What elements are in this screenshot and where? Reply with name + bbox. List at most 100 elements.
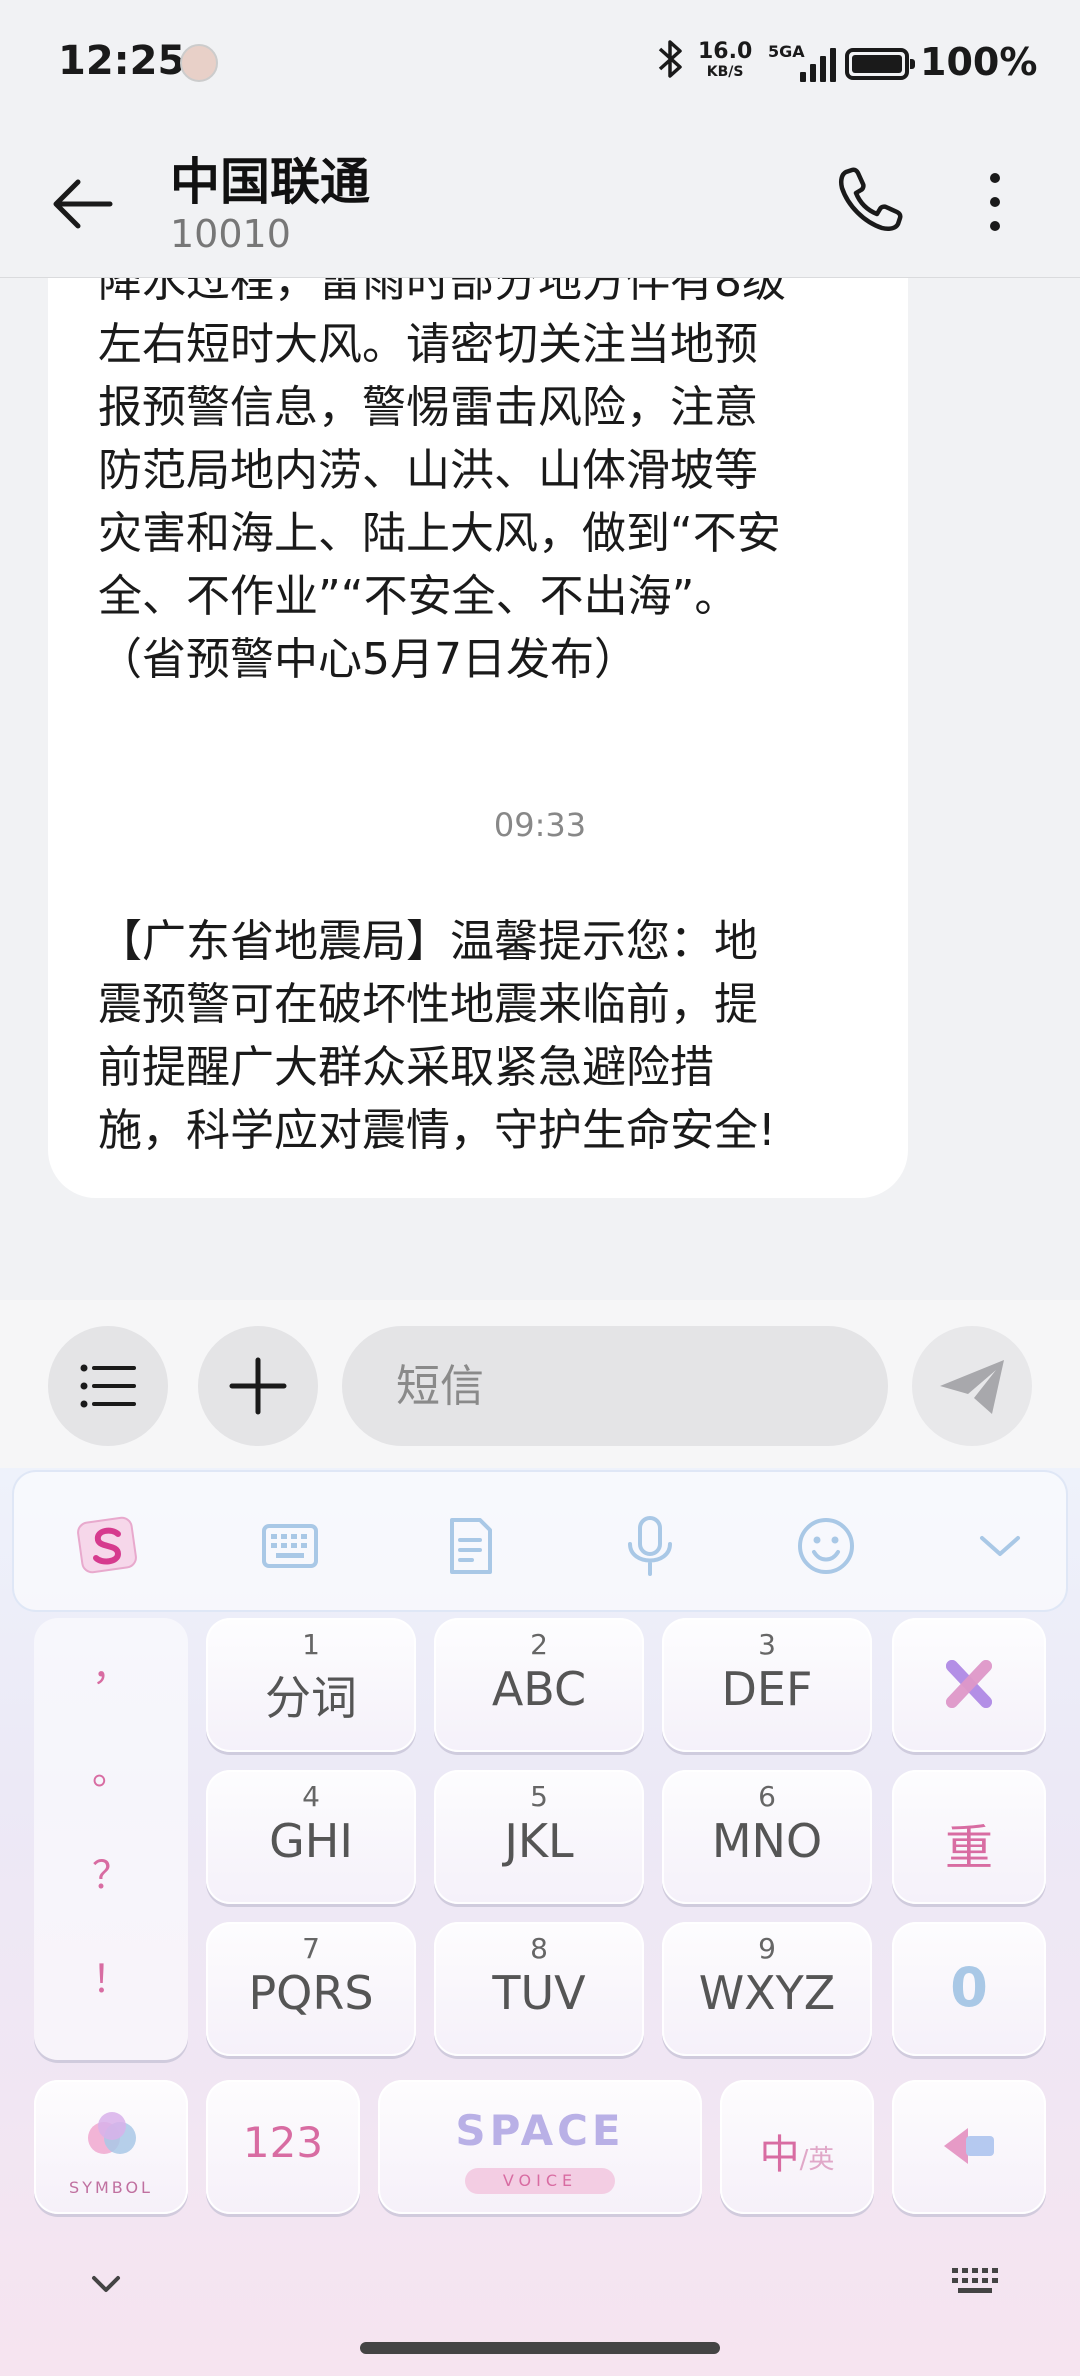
microphone-icon[interactable] [614, 1510, 686, 1582]
battery-percent: 100% [920, 40, 1038, 84]
key-number: 7 [302, 1932, 320, 1965]
key-number: 6 [758, 1780, 776, 1813]
key-label: MNO [711, 1814, 823, 1868]
status-time: 12:25 [58, 38, 186, 84]
key-number: 1 [302, 1628, 320, 1661]
status-bar: 12:25 16.0 KB/S 5GA 100% [0, 0, 1080, 130]
key-label: 重 [944, 1820, 993, 1876]
more-vertical-icon [990, 173, 1000, 231]
message-line: 施，科学应对震情，守护生命安全! [98, 1105, 776, 1156]
language-switch-key[interactable]: 中/英 [720, 2080, 874, 2214]
key-label: 0 [950, 1956, 988, 2019]
message-list[interactable]: 降水过程，雷雨时部分地方伴有8级 左右短时大风。请密切关注当地预 报预警信息，警… [0, 278, 1080, 1300]
key-label: GHI [269, 1814, 353, 1868]
enter-key[interactable] [892, 2080, 1046, 2214]
call-button[interactable] [832, 162, 908, 238]
numeric-switch-key[interactable]: 123 [206, 2080, 360, 2214]
message-line: 灾害和海上、陆上大风，做到“不安 [98, 508, 781, 559]
attach-button[interactable] [198, 1326, 318, 1446]
key-label: JKL [504, 1814, 574, 1868]
hide-keyboard-button[interactable] [78, 2256, 134, 2312]
voice-label: VOICE [465, 2168, 615, 2194]
clipboard-icon[interactable] [434, 1510, 506, 1582]
compose-bar [0, 1300, 1080, 1468]
message-line: 震预警可在破坏性地震来临前，提 [98, 979, 758, 1030]
delete-key[interactable] [892, 1618, 1046, 1752]
bluetooth-icon [656, 38, 686, 89]
key-number: 9 [758, 1932, 776, 1965]
key-number: 2 [530, 1628, 548, 1661]
punct-period-key[interactable]: 。 [34, 1740, 188, 1795]
key-7[interactable]: 7 PQRS [206, 1922, 416, 2056]
chevron-down-icon [92, 2276, 120, 2292]
key-label: TUV [492, 1966, 586, 2020]
redo-key[interactable]: 重 [892, 1770, 1046, 1904]
key-5[interactable]: 5 JKL [434, 1770, 644, 1904]
send-button[interactable] [912, 1326, 1032, 1446]
punct-exclaim-key[interactable]: ！ [34, 1948, 188, 2003]
keyboard-nav-row [0, 2240, 1080, 2376]
space-label: SPACE [455, 2106, 625, 2155]
back-button[interactable] [48, 168, 120, 240]
message-line: 报预警信息，警惕雷击风险，注意 [98, 382, 758, 433]
keyboard-layout-icon[interactable] [254, 1510, 326, 1582]
key-4[interactable]: 4 GHI [206, 1770, 416, 1904]
punctuation-column[interactable]: ， 。 ？ ！ [34, 1618, 188, 2060]
ime-keyboard: ， 。 ？ ！ 1 分词 2 ABC 3 DEF 4 GHI 5 JKL 6 M… [0, 1468, 1080, 2376]
delete-icon [946, 1660, 992, 1708]
quick-reply-button[interactable] [48, 1326, 168, 1446]
message-input[interactable] [342, 1326, 888, 1446]
key-label: WXYZ [698, 1966, 836, 2020]
conversation-header: 中国联通 10010 [0, 130, 1080, 278]
message-bubble[interactable]: 【广东省地震局】温馨提示您：地 震预警可在破坏性地震来临前，提 前提醒广大群众采… [48, 874, 908, 1198]
keyboard-icon [952, 2268, 998, 2293]
ime-logo-icon[interactable] [72, 1510, 144, 1582]
home-indicator[interactable] [360, 2342, 720, 2354]
punct-question-key[interactable]: ？ [34, 1844, 188, 1899]
key-label: PQRS [248, 1966, 374, 2020]
symbol-icon [88, 2112, 136, 2154]
key-number: 8 [530, 1932, 548, 1965]
emoji-icon[interactable] [790, 1510, 862, 1582]
net-speed-value: 16.0 [698, 39, 753, 64]
phone-icon [838, 167, 903, 232]
key-3[interactable]: 3 DEF [662, 1618, 872, 1752]
key-0[interactable]: 0 [892, 1922, 1046, 2056]
key-6[interactable]: 6 MNO [662, 1770, 872, 1904]
message-line: 左右短时大风。请密切关注当地预 [98, 319, 758, 370]
message-line: 【广东省地震局】温馨提示您：地 [98, 916, 758, 967]
net-speed: 16.0 KB/S [698, 39, 753, 82]
message-timestamp: 09:33 [493, 806, 587, 844]
symbol-label: SYMBOL [69, 2178, 153, 2197]
plus-icon [229, 1357, 287, 1415]
key-8[interactable]: 8 TUV [434, 1922, 644, 2056]
key-9[interactable]: 9 WXYZ [662, 1922, 872, 2056]
net-speed-unit: KB/S [706, 64, 744, 80]
key-number: 3 [758, 1628, 776, 1661]
key-label: DEF [721, 1662, 813, 1716]
symbol-key[interactable]: SYMBOL [34, 2080, 188, 2214]
chevron-down-icon[interactable] [964, 1510, 1036, 1582]
contact-number: 10010 [170, 212, 291, 256]
key-label: ABC [491, 1662, 587, 1716]
message-line: 全、不作业”“不安全、不出海”。 [98, 571, 739, 622]
message-line: 降水过程，雷雨时部分地方伴有8级 [98, 278, 786, 307]
signal-icon [800, 46, 836, 82]
lang-main: 中 [759, 2132, 800, 2178]
list-icon [80, 1364, 136, 1408]
keyboard-toolbar [12, 1470, 1068, 1612]
message-line: 前提醒广大群众采取紧急避险措 [98, 1042, 714, 1093]
key-label: 分词 [265, 1671, 357, 1725]
enter-icon [944, 2128, 994, 2164]
message-line: （省预警中心5月7日发布） [98, 634, 638, 685]
notification-avatar-icon [180, 44, 218, 82]
lang-alt: 英 [808, 2145, 835, 2175]
key-number: 4 [302, 1780, 320, 1813]
key-label: 123 [242, 2118, 324, 2167]
key-2[interactable]: 2 ABC [434, 1618, 644, 1752]
punct-comma-key[interactable]: ， [34, 1636, 188, 1691]
space-key[interactable]: SPACE VOICE [378, 2080, 702, 2214]
more-options-button[interactable] [970, 162, 1020, 242]
key-1[interactable]: 1 分词 [206, 1618, 416, 1752]
keyboard-switch-button[interactable] [944, 2254, 1008, 2310]
